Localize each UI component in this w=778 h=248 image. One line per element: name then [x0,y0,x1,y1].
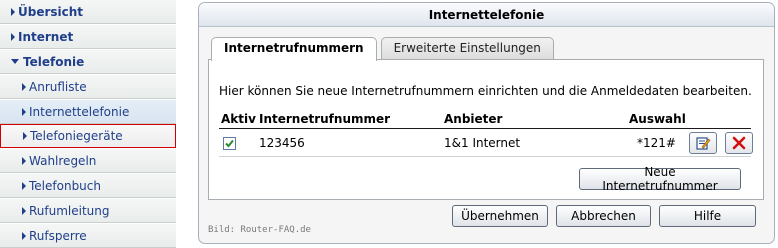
sidebar-item-label: Übersicht [18,4,84,19]
close-icon [732,136,746,150]
cancel-button[interactable]: Abbrechen [556,205,651,227]
checkmark-icon [225,139,234,148]
sidebar-item-telefonbuch[interactable]: Telefonbuch [0,174,176,198]
table-row: 123456 1&1 Internet *121# [219,128,753,156]
sidebar-nav: Übersicht Internet Telefonie Anrufliste … [0,0,177,248]
chevron-right-icon [22,206,26,215]
delete-button[interactable] [725,132,753,154]
panel-title: Internettelefonie [199,3,774,27]
column-header-anbieter: Anbieter [444,112,503,126]
sidebar-item-label: Anrufliste [29,79,87,94]
help-button[interactable]: Hilfe [659,205,756,227]
sidebar-item-label: Rufsperre [29,228,87,243]
sidebar-item-telefonie[interactable]: Telefonie [0,50,176,74]
chevron-right-icon [23,132,27,140]
sidebar-item-telefoniegeraete[interactable]: Telefoniegeräte [0,124,176,148]
chevron-right-icon [22,181,26,190]
image-credit: Bild: Router-FAQ.de [208,225,311,235]
chevron-right-icon [11,7,15,16]
internettelefonie-panel: Internettelefonie Internetrufnummern Erw… [198,2,775,244]
sidebar-item-uebersicht[interactable]: Übersicht [0,0,176,24]
sidebar-item-wahlregeln[interactable]: Wahlregeln [0,149,176,173]
cell-nummer: 123456 [259,136,305,150]
tab-internetrufnummern[interactable]: Internetrufnummern [211,37,377,61]
sidebar-item-label: Rufumleitung [29,203,110,218]
sidebar-item-label: Wahlregeln [29,153,97,168]
table-header: Aktiv Internetrufnummer Anbieter Auswahl [219,110,751,128]
new-internetrufnummer-button[interactable]: Neue Internetrufnummer [579,165,741,193]
column-header-aktiv: Aktiv [221,112,256,126]
sidebar-item-label: Internet [18,29,74,44]
aktiv-checkbox[interactable] [223,137,236,150]
cell-anbieter: 1&1 Internet [444,136,521,150]
sidebar-item-internettelefonie[interactable]: Internettelefonie [0,100,176,124]
tab-content: Hier können Sie neue Internetrufnummern … [208,59,764,200]
apply-button[interactable]: Übernehmen [452,205,548,227]
sidebar-item-rufsperre[interactable]: Rufsperre [0,224,176,248]
sidebar-item-label: Telefonbuch [29,178,101,193]
tab-erweiterte-einstellungen[interactable]: Erweiterte Einstellungen [380,37,554,60]
sidebar-item-anrufliste[interactable]: Anrufliste [0,75,176,99]
sidebar-item-label: Telefoniegeräte [30,129,123,143]
tab-bar: Internetrufnummern Erweiterte Einstellun… [211,37,558,61]
edit-icon [696,137,711,150]
sidebar-item-rufumleitung[interactable]: Rufumleitung [0,199,176,223]
chevron-right-icon [22,156,26,165]
edit-button[interactable] [689,132,717,154]
chevron-right-icon [22,231,26,240]
chevron-right-icon [22,107,26,116]
column-header-auswahl: Auswahl [629,112,686,126]
row-divider [219,156,751,157]
cell-auswahl: *121# [637,136,676,150]
chevron-right-icon [22,82,26,91]
sidebar-item-internet[interactable]: Internet [0,25,176,49]
sidebar-item-label: Telefonie [23,54,85,69]
chevron-right-icon [11,32,15,41]
intro-text: Hier können Sie neue Internetrufnummern … [219,84,752,98]
column-header-nummer: Internetrufnummer [259,112,391,126]
chevron-down-icon [11,59,19,64]
sidebar-item-label: Internettelefonie [29,104,130,119]
